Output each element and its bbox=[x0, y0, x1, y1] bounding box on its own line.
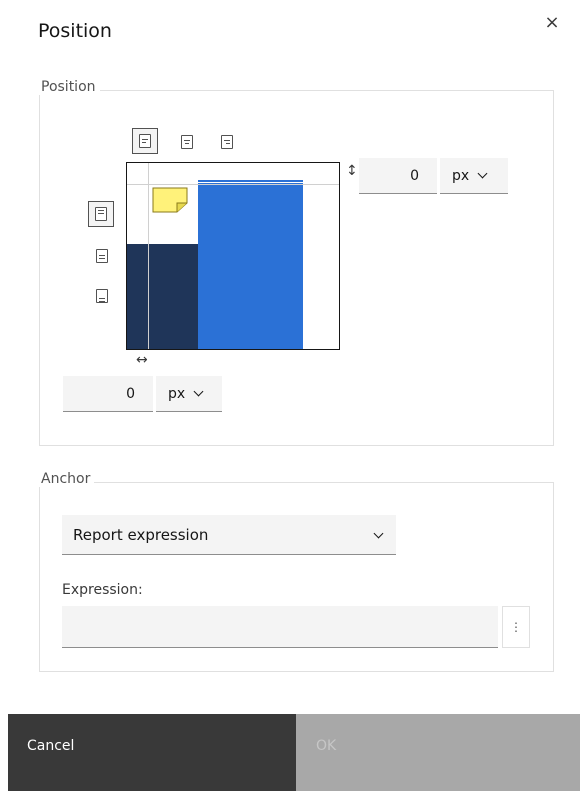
dialog-title: Position bbox=[38, 20, 112, 42]
align-left-icon[interactable] bbox=[132, 128, 158, 154]
chevron-down-icon bbox=[477, 168, 488, 179]
preview-blue-line bbox=[198, 180, 303, 182]
preview-blue-block bbox=[198, 183, 303, 349]
preview-dark-block bbox=[127, 244, 198, 349]
vertical-unit-select[interactable]: px bbox=[440, 158, 508, 194]
horizontal-offset-input[interactable]: 0 bbox=[63, 376, 153, 412]
align-middle-icon[interactable] bbox=[90, 244, 114, 268]
position-legend: Position bbox=[39, 79, 100, 95]
horizontal-unit-label: px bbox=[168, 385, 186, 402]
chevron-down-icon bbox=[373, 528, 384, 539]
position-preview bbox=[126, 162, 340, 350]
anchor-type-selected: Report expression bbox=[73, 525, 209, 544]
align-center-icon[interactable] bbox=[175, 130, 199, 154]
ok-button[interactable]: OK bbox=[296, 714, 580, 791]
expression-input[interactable] bbox=[62, 606, 498, 648]
align-right-icon[interactable] bbox=[215, 130, 239, 154]
dialog-footer: Cancel OK bbox=[8, 714, 580, 791]
vertical-unit-label: px bbox=[452, 167, 470, 184]
preview-horizontal-guide bbox=[127, 184, 339, 185]
align-bottom-icon[interactable] bbox=[90, 284, 114, 308]
expression-label: Expression: bbox=[62, 582, 143, 598]
vertical-offset-input[interactable]: 0 bbox=[359, 158, 437, 194]
expression-menu-icon[interactable]: ⋮ bbox=[502, 606, 530, 648]
sticky-note-icon bbox=[152, 187, 188, 213]
position-dialog: Position × Position ↕ 0 px ↔ 0 px Anchor… bbox=[0, 0, 580, 791]
horizontal-unit-select[interactable]: px bbox=[156, 376, 222, 412]
vertical-offset-icon: ↕ bbox=[346, 163, 358, 179]
close-icon[interactable]: × bbox=[541, 12, 563, 34]
cancel-button[interactable]: Cancel bbox=[8, 714, 296, 791]
chevron-down-icon bbox=[193, 386, 204, 397]
anchor-legend: Anchor bbox=[39, 471, 95, 487]
anchor-type-dropdown[interactable]: Report expression bbox=[62, 515, 396, 555]
horizontal-offset-icon: ↔ bbox=[136, 352, 148, 368]
align-top-icon[interactable] bbox=[88, 201, 114, 227]
preview-vertical-guide bbox=[148, 163, 149, 349]
